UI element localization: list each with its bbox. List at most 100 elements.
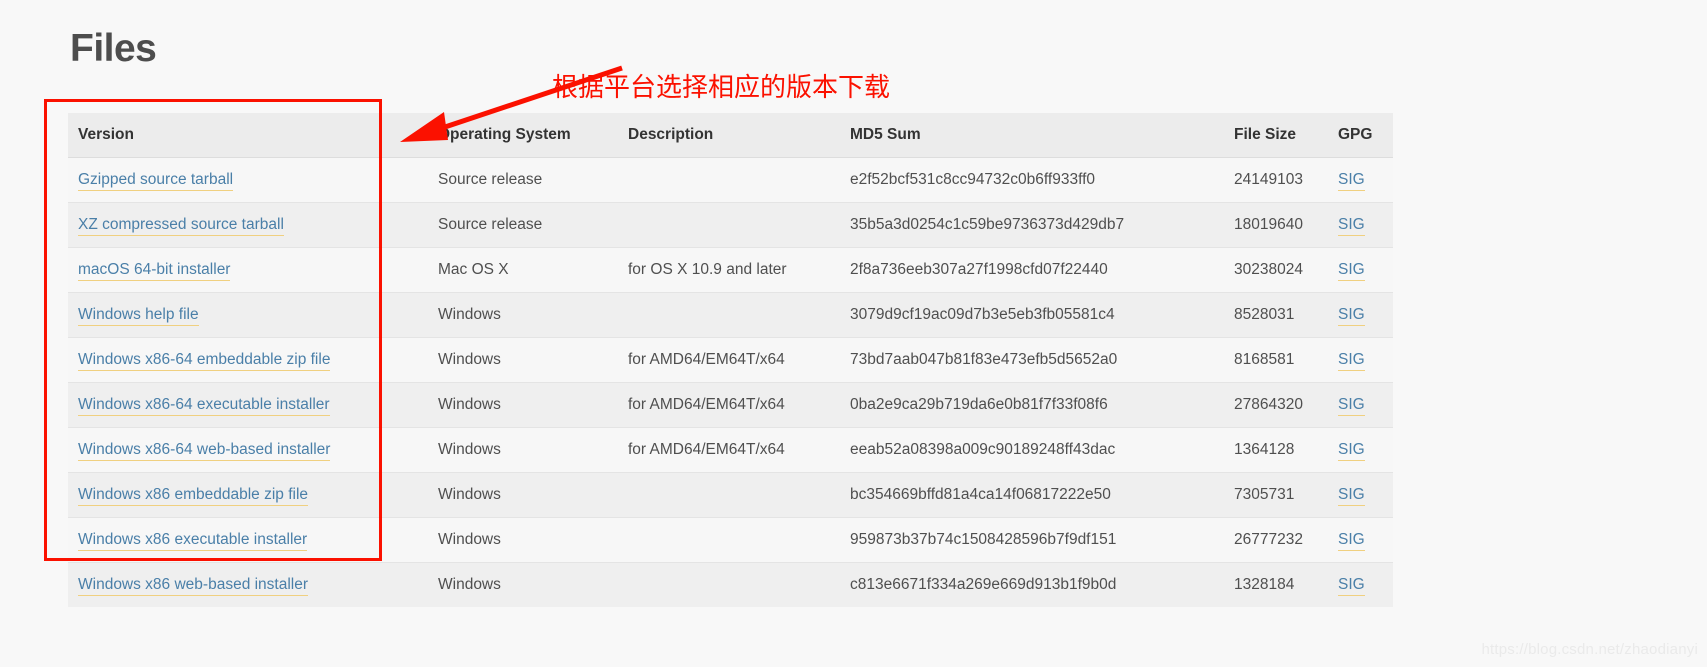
cell-version: Windows x86-64 web-based installer — [68, 427, 428, 473]
cell-description — [618, 202, 840, 248]
cell-version: XZ compressed source tarball — [68, 202, 428, 248]
cell-operating-system: Windows — [428, 517, 618, 563]
cell-operating-system: Windows — [428, 562, 618, 607]
cell-gpg: SIG — [1328, 292, 1393, 338]
page-title: Files — [70, 27, 157, 70]
cell-file-size: 27864320 — [1224, 382, 1328, 428]
cell-version: macOS 64-bit installer — [68, 247, 428, 293]
sig-link[interactable]: SIG — [1338, 576, 1365, 596]
table-row: Windows x86-64 embeddable zip file Window… — [68, 337, 1393, 383]
download-link[interactable]: Windows x86 executable installer — [78, 531, 308, 551]
table-row: Windows x86 executable installer Windows 9… — [68, 517, 1393, 563]
cell-md5-sum: e2f52bcf531c8cc94732c0b6ff933ff0 — [840, 157, 1224, 203]
cell-file-size: 18019640 — [1224, 202, 1328, 248]
cell-gpg: SIG — [1328, 247, 1393, 293]
files-table-head: Version Operating System Description MD5… — [68, 113, 1393, 158]
files-table: Version Operating System Description MD5… — [68, 113, 1393, 607]
cell-md5-sum: bc354669bffd81a4ca14f06817222e50 — [840, 472, 1224, 518]
cell-description: for OS X 10.9 and later — [618, 247, 840, 293]
sig-link[interactable]: SIG — [1338, 216, 1365, 236]
download-link[interactable]: macOS 64-bit installer — [78, 261, 231, 281]
column-header-description: Description — [618, 113, 840, 158]
download-link[interactable]: Gzipped source tarball — [78, 171, 234, 191]
cell-md5-sum: 3079d9cf19ac09d7b3e5eb3fb05581c4 — [840, 292, 1224, 338]
table-row: macOS 64-bit installer Mac OS Xfor OS X 1… — [68, 247, 1393, 293]
cell-file-size: 8168581 — [1224, 337, 1328, 383]
table-row: Windows x86 embeddable zip file Windows bc… — [68, 472, 1393, 518]
cell-md5-sum: 2f8a736eeb307a27f1998cfd07f22440 — [840, 247, 1224, 293]
cell-gpg: SIG — [1328, 472, 1393, 518]
sig-link[interactable]: SIG — [1338, 261, 1365, 281]
files-page: Files Version Operating System Descripti… — [0, 0, 1707, 667]
cell-gpg: SIG — [1328, 562, 1393, 607]
cell-version: Windows x86 executable installer — [68, 517, 428, 563]
cell-operating-system: Source release — [428, 202, 618, 248]
cell-operating-system: Windows — [428, 427, 618, 473]
sig-link[interactable]: SIG — [1338, 171, 1365, 191]
table-row: XZ compressed source tarball Source relea… — [68, 202, 1393, 248]
cell-operating-system: Windows — [428, 337, 618, 383]
cell-operating-system: Mac OS X — [428, 247, 618, 293]
cell-operating-system: Source release — [428, 157, 618, 203]
cell-version: Windows x86 embeddable zip file — [68, 472, 428, 518]
column-header-version: Version — [68, 113, 428, 158]
cell-description — [618, 562, 840, 607]
cell-file-size: 24149103 — [1224, 157, 1328, 203]
annotation-text: 根据平台选择相应的版本下载 — [552, 73, 891, 103]
cell-gpg: SIG — [1328, 517, 1393, 563]
cell-file-size: 26777232 — [1224, 517, 1328, 563]
cell-version: Windows x86-64 embeddable zip file — [68, 337, 428, 383]
cell-description — [618, 472, 840, 518]
cell-gpg: SIG — [1328, 157, 1393, 203]
table-header-row: Version Operating System Description MD5… — [68, 113, 1393, 158]
cell-description — [618, 517, 840, 563]
cell-md5-sum: 0ba2e9ca29b719da6e0b81f7f33f08f6 — [840, 382, 1224, 428]
sig-link[interactable]: SIG — [1338, 486, 1365, 506]
table-row: Windows x86 web-based installer Windows c8… — [68, 562, 1393, 607]
download-link[interactable]: Windows x86 embeddable zip file — [78, 486, 309, 506]
download-link[interactable]: Windows help file — [78, 306, 199, 326]
cell-description — [618, 292, 840, 338]
cell-file-size: 1364128 — [1224, 427, 1328, 473]
column-header-md5: MD5 Sum — [840, 113, 1224, 158]
column-header-gpg: GPG — [1328, 113, 1393, 158]
cell-md5-sum: 73bd7aab047b81f83e473efb5d5652a0 — [840, 337, 1224, 383]
cell-file-size: 8528031 — [1224, 292, 1328, 338]
download-link[interactable]: Windows x86 web-based installer — [78, 576, 309, 596]
download-link[interactable]: Windows x86-64 web-based installer — [78, 441, 331, 461]
cell-md5-sum: 35b5a3d0254c1c59be9736373d429db7 — [840, 202, 1224, 248]
sig-link[interactable]: SIG — [1338, 351, 1365, 371]
cell-version: Windows help file — [68, 292, 428, 338]
cell-gpg: SIG — [1328, 337, 1393, 383]
cell-md5-sum: eeab52a08398a009c90189248ff43dac — [840, 427, 1224, 473]
table-row: Windows x86-64 executable installer Windo… — [68, 382, 1393, 428]
files-table-container: Version Operating System Description MD5… — [68, 113, 1393, 607]
table-row: Windows x86-64 web-based installer Window… — [68, 427, 1393, 473]
cell-md5-sum: c813e6671f334a269e669d913b1f9b0d — [840, 562, 1224, 607]
sig-link[interactable]: SIG — [1338, 531, 1365, 551]
cell-md5-sum: 959873b37b74c1508428596b7f9df151 — [840, 517, 1224, 563]
cell-file-size: 30238024 — [1224, 247, 1328, 293]
cell-file-size: 7305731 — [1224, 472, 1328, 518]
cell-operating-system: Windows — [428, 382, 618, 428]
cell-description: for AMD64/EM64T/x64 — [618, 382, 840, 428]
cell-operating-system: Windows — [428, 472, 618, 518]
cell-version: Windows x86-64 executable installer — [68, 382, 428, 428]
cell-description: for AMD64/EM64T/x64 — [618, 427, 840, 473]
watermark: https://blog.csdn.net/zhaodianyi — [1481, 641, 1698, 658]
sig-link[interactable]: SIG — [1338, 306, 1365, 326]
column-header-os: Operating System — [428, 113, 618, 158]
sig-link[interactable]: SIG — [1338, 396, 1365, 416]
cell-operating-system: Windows — [428, 292, 618, 338]
sig-link[interactable]: SIG — [1338, 441, 1365, 461]
download-link[interactable]: Windows x86-64 embeddable zip file — [78, 351, 331, 371]
download-link[interactable]: XZ compressed source tarball — [78, 216, 284, 236]
download-link[interactable]: Windows x86-64 executable installer — [78, 396, 330, 416]
cell-description: for AMD64/EM64T/x64 — [618, 337, 840, 383]
cell-version: Gzipped source tarball — [68, 157, 428, 203]
cell-gpg: SIG — [1328, 427, 1393, 473]
cell-description — [618, 157, 840, 203]
column-header-filesize: File Size — [1224, 113, 1328, 158]
table-row: Windows help file Windows 3079d9cf19ac09d7… — [68, 292, 1393, 338]
cell-gpg: SIG — [1328, 202, 1393, 248]
